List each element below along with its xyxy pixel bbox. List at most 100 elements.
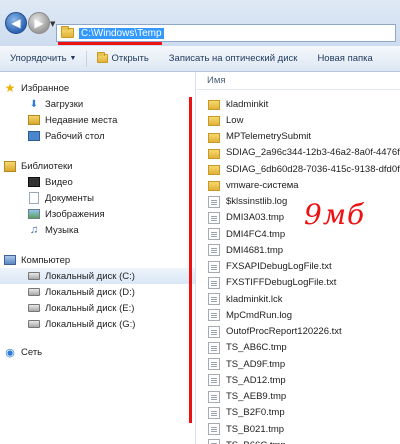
file-name: TS_B66C.tmp <box>226 440 286 444</box>
sidebar-item-pictures[interactable]: Изображения <box>0 206 195 222</box>
file-list-item[interactable]: DMI4FC4.tmp <box>197 226 400 242</box>
sidebar-item-video[interactable]: Видео <box>0 174 195 190</box>
sidebar-item-drive-g[interactable]: Локальный диск (G:) <box>0 316 195 332</box>
file-list-item[interactable]: Low <box>197 112 400 128</box>
file-list-item[interactable]: TS_AD9F.tmp <box>197 356 400 372</box>
file-name: Low <box>226 114 244 126</box>
file-list-item[interactable]: TS_AEB9.tmp <box>197 389 400 405</box>
address-path[interactable]: C:\Windows\Temp <box>79 27 164 39</box>
file-name: kladminkit <box>226 98 269 110</box>
hard-drive-icon <box>28 288 40 296</box>
file-list-item[interactable]: TS_B66C.tmp <box>197 437 400 444</box>
history-dropdown-icon[interactable]: ▼ <box>50 20 55 28</box>
back-button[interactable]: ◀ <box>5 12 27 34</box>
file-icon <box>208 374 220 387</box>
computer-header[interactable]: Компьютер <box>0 252 195 268</box>
sidebar-item-label: Музыка <box>45 224 79 236</box>
file-list-item[interactable]: MpCmdRun.log <box>197 307 400 323</box>
column-header-name[interactable]: Имя <box>197 72 400 90</box>
file-list-item[interactable]: DMI4681.tmp <box>197 242 400 258</box>
file-list-pane: Имя kladminkit Low MPTelemetrySubmit SDIAG_… <box>197 72 400 444</box>
sidebar-item-music[interactable]: ♫ Музыка <box>0 222 195 238</box>
navigation-pane: ★ Избранное ⬇ Загрузки Недавние места Ра… <box>0 72 196 444</box>
hard-drive-icon <box>28 320 40 328</box>
sidebar-item-downloads[interactable]: ⬇ Загрузки <box>0 96 195 112</box>
sidebar-item-desktop[interactable]: Рабочий стол <box>0 128 195 144</box>
sidebar-item-drive-d[interactable]: Локальный диск (D:) <box>0 284 195 300</box>
file-list-item[interactable]: FXSTIFFDebugLogFile.txt <box>197 275 400 291</box>
file-list-item[interactable]: vmware-система <box>197 177 400 193</box>
sidebar-item-label: Недавние места <box>45 114 118 126</box>
red-vertical-line-annotation <box>189 97 192 423</box>
file-list-item[interactable]: SDIAG_6db60d28-7036-415c-9138-dfd0fa... <box>197 161 400 177</box>
red-underline-annotation <box>58 42 162 45</box>
file-icon <box>208 228 220 241</box>
command-bar: Упорядочить ▼ Открыть Записать на оптиче… <box>0 46 400 72</box>
libraries-header[interactable]: Библиотеки <box>0 158 195 174</box>
folder-icon <box>61 26 74 38</box>
file-icon <box>208 390 220 403</box>
burn-to-disc-button[interactable]: Записать на оптический диск <box>159 53 308 64</box>
file-name: FXSTIFFDebugLogFile.txt <box>226 277 337 289</box>
handwritten-size-annotation: 9мб <box>304 198 366 231</box>
file-name: OutofProcReport120226.txt <box>226 326 342 338</box>
file-list-item[interactable]: TS_B2F0.tmp <box>197 405 400 421</box>
folder-icon <box>208 116 220 127</box>
new-folder-label: Новая папка <box>317 53 373 64</box>
file-list-item[interactable]: TS_AD12.tmp <box>197 372 400 388</box>
sidebar-item-label: Локальный диск (D:) <box>45 286 135 298</box>
file-name: SDIAG_6db60d28-7036-415c-9138-dfd0fa... <box>226 163 400 175</box>
sidebar-item-recent-places[interactable]: Недавние места <box>0 112 195 128</box>
sidebar-item-drive-e[interactable]: Локальный диск (E:) <box>0 300 195 316</box>
sidebar-item-label: Видео <box>45 176 73 188</box>
computer-group: Компьютер Локальный диск (C:) Локальный … <box>0 252 195 332</box>
file-name: DMI4681.tmp <box>226 244 284 256</box>
file-icon <box>208 406 220 419</box>
file-list-item[interactable]: OutofProcReport120226.txt <box>197 324 400 340</box>
file-list-item[interactable]: $klssinstlib.log <box>197 194 400 210</box>
arrow-right-icon: ▶ <box>34 16 44 30</box>
file-icon <box>208 325 220 338</box>
file-name: MpCmdRun.log <box>226 309 292 321</box>
new-folder-button[interactable]: Новая папка <box>307 53 382 64</box>
file-icon <box>208 439 220 444</box>
file-list-item[interactable]: SDIAG_2a96c344-12b3-46a2-8a0f-4476ff5... <box>197 145 400 161</box>
recent-places-icon <box>28 115 40 125</box>
network-header[interactable]: ◉ Сеть <box>0 344 195 360</box>
network-label: Сеть <box>21 346 43 358</box>
file-list-item[interactable]: DMI3A03.tmp <box>197 210 400 226</box>
file-list-item[interactable]: kladminkit <box>197 96 400 112</box>
libraries-group: Библиотеки Видео Документы Изображения ♫… <box>0 158 195 238</box>
sidebar-item-label: Документы <box>45 192 94 204</box>
file-icon <box>208 293 220 306</box>
file-list-item[interactable]: TS_AB6C.tmp <box>197 340 400 356</box>
address-bar[interactable]: C:\Windows\Temp <box>56 24 396 42</box>
forward-button[interactable]: ▶ <box>28 12 50 34</box>
file-list: kladminkit Low MPTelemetrySubmit SDIAG_2a96… <box>197 96 400 444</box>
hard-drive-icon <box>28 304 40 312</box>
file-name: DMI4FC4.tmp <box>226 228 286 240</box>
computer-label: Компьютер <box>21 254 71 266</box>
sidebar-item-label: Рабочий стол <box>45 130 105 142</box>
burn-label: Записать на оптический диск <box>168 53 298 64</box>
file-name: $klssinstlib.log <box>226 196 288 208</box>
file-name: TS_B2F0.tmp <box>226 407 285 419</box>
sidebar-item-label: Загрузки <box>45 98 84 110</box>
sidebar-item-label: Локальный диск (G:) <box>45 318 136 330</box>
favorites-header[interactable]: ★ Избранное <box>0 80 195 96</box>
file-name: TS_AD12.tmp <box>226 374 286 386</box>
file-icon <box>208 211 220 224</box>
file-list-item[interactable]: TS_B021.tmp <box>197 421 400 437</box>
file-list-item[interactable]: FXSAPIDebugLogFile.txt <box>197 259 400 275</box>
file-name: MPTelemetrySubmit <box>226 131 311 143</box>
folder-icon <box>208 181 220 192</box>
open-button[interactable]: Открыть <box>87 52 158 64</box>
file-list-item[interactable]: kladminkit.lck <box>197 291 400 307</box>
sidebar-item-documents[interactable]: Документы <box>0 190 195 206</box>
organize-button[interactable]: Упорядочить ▼ <box>0 53 86 64</box>
sidebar-item-drive-c[interactable]: Локальный диск (C:) <box>0 268 195 284</box>
file-icon <box>208 309 220 322</box>
file-list-item[interactable]: MPTelemetrySubmit <box>197 129 400 145</box>
libraries-label: Библиотеки <box>21 160 73 172</box>
chevron-down-icon: ▼ <box>69 55 77 62</box>
